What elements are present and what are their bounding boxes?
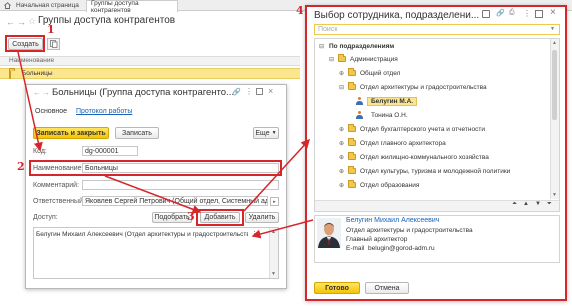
- arrow-name-to-add: [104, 175, 202, 214]
- arrow-add-to-picker: [243, 138, 311, 212]
- arrow-picker-to-access: [251, 219, 314, 239]
- arrow-create-to-form: [17, 51, 43, 152]
- annotation-arrows: [17, 51, 314, 239]
